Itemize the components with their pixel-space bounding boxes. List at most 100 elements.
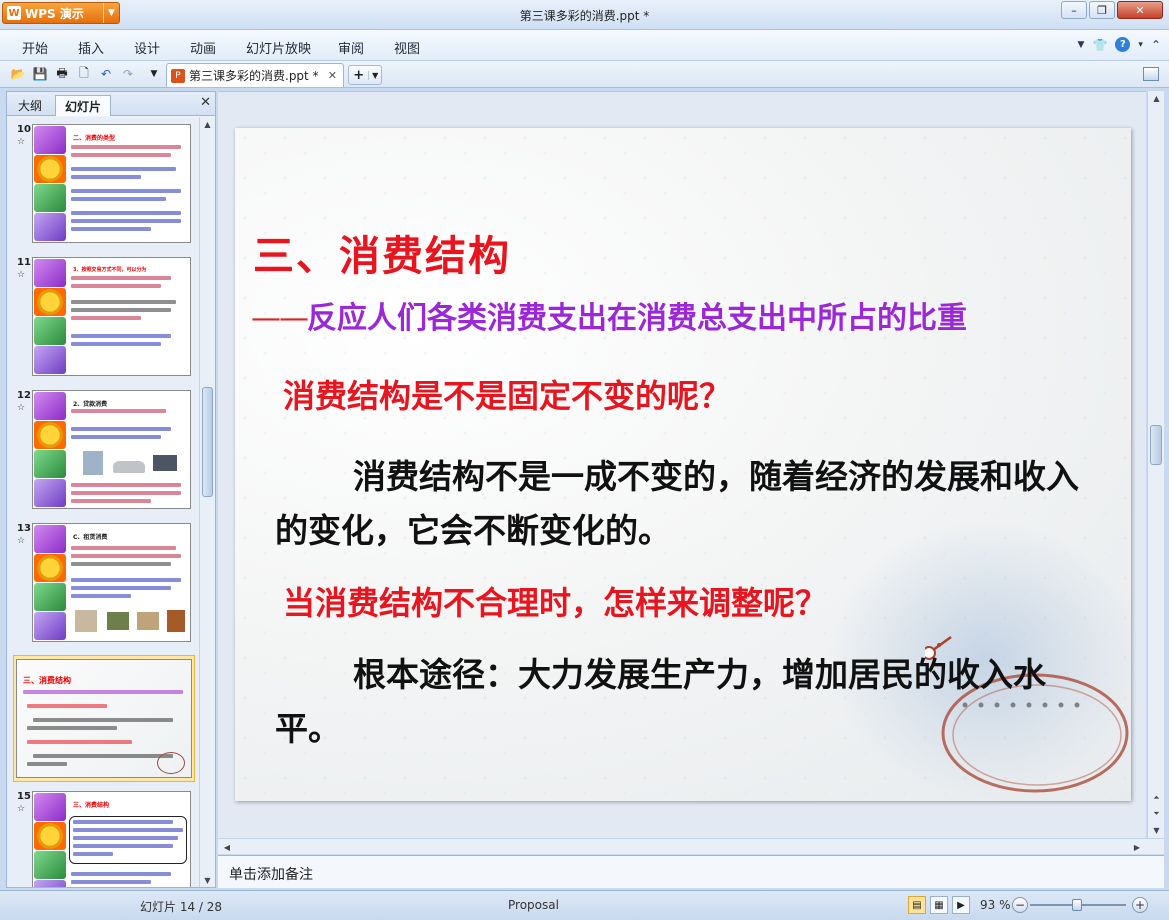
save-icon[interactable]: 💾 [32,66,48,82]
slide-preview: 二、消费的类型 [32,124,191,243]
slide-preview: 三、消费结构 [32,791,191,887]
close-tab-icon[interactable]: ✕ [328,69,337,82]
tab-outline[interactable]: 大纲 [9,95,51,116]
slide-thumbnail-11[interactable]: 11 ☆ 3、按照交易方式不同，可以分为 [13,254,195,381]
collapse-ribbon-icon[interactable]: ⌃ [1151,38,1161,52]
question-2[interactable]: 当消费结构不合理时，怎样来调整呢？ [283,578,827,624]
skin-shirt-icon[interactable]: 👕 [1092,38,1107,52]
restore-button[interactable]: ❐ [1089,1,1115,19]
menu-review[interactable]: 审阅 [338,38,364,57]
zoom-level: 93 % [980,898,1011,912]
doc-tab-label: 第三课多彩的消费.ppt * [189,69,319,83]
scroll-right-icon[interactable]: ▶ [1130,840,1144,854]
slide-preview: 2、贷款消费 [32,390,191,509]
slideshow-view-button[interactable]: ▶ [952,896,970,914]
redo-icon[interactable]: ↷ [120,66,136,82]
plus-icon: + [353,67,365,83]
slide-thumbnail-14[interactable]: 14 ☆ 三、消费结构 [13,655,195,782]
slide-preview: 三、消费结构 [16,659,192,778]
chevron-down-icon[interactable]: ▼ [368,70,381,80]
animation-star-icon: ☆ [17,403,26,413]
chevron-down-icon[interactable]: ▾ [1138,40,1143,50]
zoom-slider-handle[interactable] [1072,899,1082,911]
scroll-down-icon[interactable]: ▼ [200,873,215,887]
menu-design[interactable]: 设计 [134,38,160,57]
slide-preview: 3、按照交易方式不同，可以分为 [32,257,191,376]
slide-title[interactable]: 三、消费结构 [253,222,511,282]
quick-access-toolbar: 📂 💾 🖶 🗋 ↶ ↷ ▼ P 第三课多彩的消费.ppt * ✕ + ▼ [0,61,1169,88]
slide-thumbnail-12[interactable]: 12 ☆ 2、贷款消费 [13,387,195,514]
status-bar: 幻灯片 14 / 28 Proposal ▤ ▦ ▶ 93 % − + [0,890,1169,920]
menu-insert[interactable]: 插入 [78,38,104,57]
scroll-thumb[interactable] [202,387,213,497]
scroll-up-icon[interactable]: ▲ [200,117,215,131]
menu-slideshow[interactable]: 幻灯片放映 [246,38,311,57]
current-slide[interactable]: 三、消费结构 ——反应人们各类消费支出在消费总支出中所占的比重 消费结构是不是固… [235,128,1131,801]
animation-star-icon: ☆ [17,804,26,814]
scroll-left-icon[interactable]: ◀ [220,840,234,854]
customize-toolbar-icon[interactable]: ▼ [146,66,162,82]
panel-scrollbar[interactable]: ▲ ▼ [199,117,215,887]
slide-subtitle[interactable]: ——反应人们各类消费支出在消费总支出中所占的比重 [251,293,967,337]
question-1[interactable]: 消费结构是不是固定不变的呢？ [283,371,731,417]
slide-editing-area: 三、消费结构 ——反应人们各类消费支出在消费总支出中所占的比重 消费结构是不是固… [218,91,1146,838]
print-icon[interactable]: 🖶 [54,66,70,82]
window-title: 第三课多彩的消费.ppt * [519,9,650,23]
thumbnail-heading: 二、消费的类型 [73,135,116,142]
scroll-thumb[interactable] [1150,425,1162,465]
panel-tabs: 大纲 幻灯片 ✕ [7,92,215,116]
help-icon[interactable]: ? [1115,37,1131,52]
animation-star-icon: ☆ [17,137,26,147]
slide-sorter-view-button[interactable]: ▦ [930,896,948,914]
thumbnail-heading: 2、贷款消费 [73,401,108,408]
chevron-down-icon[interactable]: ▼ [1078,40,1085,50]
undo-icon[interactable]: ↶ [98,66,114,82]
subtitle-dash: —— [251,301,309,336]
tab-slides[interactable]: 幻灯片 [55,95,112,116]
slide-counter: 幻灯片 14 / 28 [140,900,223,914]
subtitle-text: 反应人们各类消费支出在消费总支出中所占的比重 [307,301,967,336]
answer-2[interactable]: 根本途径：大力发展生产力，增加居民的收入水平。 [275,648,1085,756]
slide-horizontal-scrollbar[interactable]: ◀ ▶ [218,838,1164,854]
slide-thumbnail-15[interactable]: 15 ☆ 三、消费结构 [13,788,195,887]
animation-star-icon: ☆ [17,536,26,546]
slide-number: 12 [17,390,31,401]
next-slide-icon[interactable]: ⏷ [1149,807,1164,821]
title-bar: W WPS 演示 ▼ 第三课多彩的消费.ppt * – ❐ ✕ [0,0,1169,30]
zoom-in-button[interactable]: + [1132,897,1148,913]
answer-1[interactable]: 消费结构不是一成不变的，随着经济的发展和收入的变化，它会不断变化的。 [275,450,1085,558]
ppt-file-icon: P [171,68,185,83]
tab-document[interactable]: P 第三课多彩的消费.ppt * ✕ [166,63,344,87]
slide-preview: C、租赁消费 [32,523,191,642]
minimize-button[interactable]: – [1061,1,1087,19]
print-preview-icon[interactable]: 🗋 [76,66,92,82]
menu-animation[interactable]: 动画 [190,38,216,57]
notes-pane[interactable]: 单击添加备注 [218,855,1164,888]
menu-view[interactable]: 视图 [394,38,420,57]
scroll-up-icon[interactable]: ▲ [1149,91,1164,105]
animation-star-icon: ☆ [17,270,26,280]
normal-view-button[interactable]: ▤ [908,896,926,914]
slides-panel: 大纲 幻灯片 ✕ 10 ☆ 二、消费的类型 11 ☆ 3、按照交易方式不同，可以… [6,91,216,888]
slide-thumbnail-13[interactable]: 13 ☆ C、租赁消费 [13,520,195,647]
notes-placeholder[interactable]: 单击添加备注 [229,864,313,884]
zoom-out-button[interactable]: − [1012,897,1028,913]
slide-thumbnail-10[interactable]: 10 ☆ 二、消费的类型 [13,121,195,248]
thumbnail-heading: 3、按照交易方式不同，可以分为 [73,267,147,273]
slide-number: 15 [17,791,31,802]
zoom-slider[interactable] [1030,899,1126,911]
close-panel-icon[interactable]: ✕ [200,95,211,110]
slide-vertical-scrollbar[interactable]: ▲ ⏶ ⏷ ▼ [1147,91,1164,838]
menu-bar: 开始 插入 设计 动画 幻灯片放映 审阅 视图 ▼ 👕 ? ▾ ⌃ [0,30,1169,61]
previous-slide-icon[interactable]: ⏶ [1149,791,1164,805]
slide-number: 11 [17,257,31,268]
open-folder-icon[interactable]: 📂 [10,66,26,82]
slide-number: 10 [17,124,31,135]
close-button[interactable]: ✕ [1117,1,1163,19]
new-tab-button[interactable]: + ▼ [348,65,382,85]
thumbnail-heading: 三、消费结构 [73,802,110,809]
window-layout-icon[interactable] [1143,67,1159,81]
scroll-down-icon[interactable]: ▼ [1149,823,1164,837]
slide-number: 13 [17,523,31,534]
menu-home[interactable]: 开始 [22,38,48,57]
